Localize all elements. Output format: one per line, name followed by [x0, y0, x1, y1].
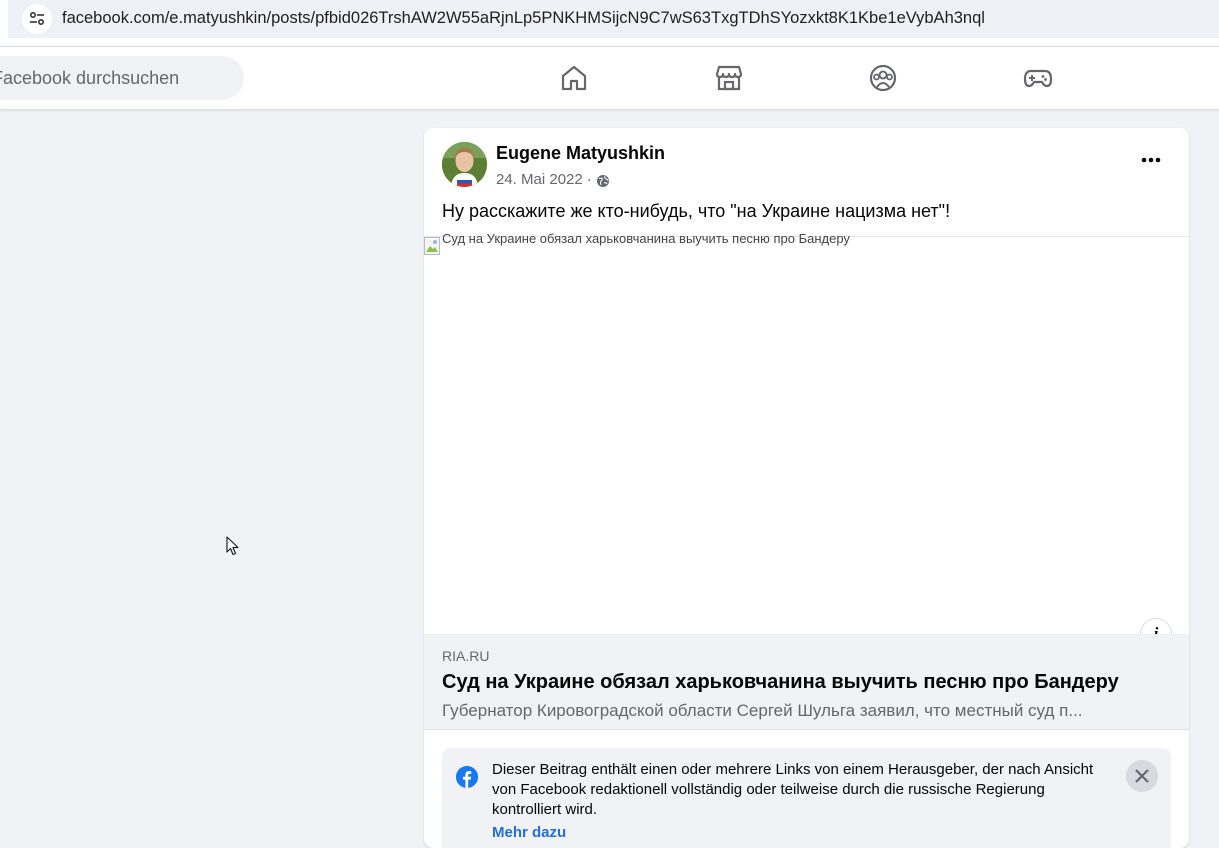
gaming-icon[interactable] — [1021, 61, 1055, 95]
more-options-icon[interactable] — [1138, 150, 1164, 170]
facebook-logo-icon — [456, 766, 478, 788]
state-media-notice: Dieser Beitrag enthält einen oder mehrer… — [442, 748, 1171, 848]
notice-text: Dieser Beitrag enthält einen oder mehrer… — [492, 761, 1094, 818]
url-bar[interactable]: facebook.com/e.matyushkin/posts/pfbid026… — [8, 0, 1219, 38]
link-preview-image[interactable]: Суд на Украине обязал харьковчанина выуч… — [424, 231, 1189, 634]
globe-icon — [596, 172, 610, 188]
learn-more-link[interactable]: Mehr dazu — [492, 824, 566, 841]
facebook-top-nav — [0, 47, 1219, 110]
broken-image-icon — [424, 237, 440, 255]
image-alt-text: Суд на Украине обязал харьковчанина выуч… — [442, 231, 850, 246]
link-title[interactable]: Суд на Украине обязал харьковчанина выуч… — [442, 671, 1119, 694]
link-preview[interactable]: RIA.RU Суд на Украине обязал харьковчани… — [424, 634, 1189, 730]
meta-separator: · — [586, 171, 592, 188]
close-icon[interactable] — [1126, 760, 1158, 792]
author-name[interactable]: Eugene Matyushkin — [496, 143, 665, 164]
post-card: Eugene Matyushkin 24. Mai 2022 · Ну расс… — [424, 128, 1189, 848]
link-domain: RIA.RU — [442, 648, 490, 664]
broken-image: Суд на Украине обязал харьковчанина выуч… — [424, 231, 850, 255]
groups-icon[interactable] — [866, 61, 900, 95]
post-text: Ну расскажите же кто-нибудь, что "на Укр… — [442, 201, 951, 221]
marketplace-icon[interactable] — [712, 61, 746, 95]
url-text[interactable]: facebook.com/e.matyushkin/posts/pfbid026… — [62, 9, 985, 28]
home-icon[interactable] — [557, 61, 591, 95]
mouse-cursor-icon — [226, 536, 240, 556]
search-input[interactable] — [0, 56, 244, 100]
author-avatar[interactable] — [442, 142, 487, 187]
post-meta: 24. Mai 2022 · — [496, 171, 610, 188]
post-date[interactable]: 24. Mai 2022 — [496, 171, 583, 188]
browser-address-bar: facebook.com/e.matyushkin/posts/pfbid026… — [0, 0, 1219, 47]
search-box[interactable] — [0, 56, 244, 100]
link-description: Губернатор Кировоградской области Сергей… — [442, 701, 1083, 720]
site-settings-icon[interactable] — [22, 4, 52, 34]
